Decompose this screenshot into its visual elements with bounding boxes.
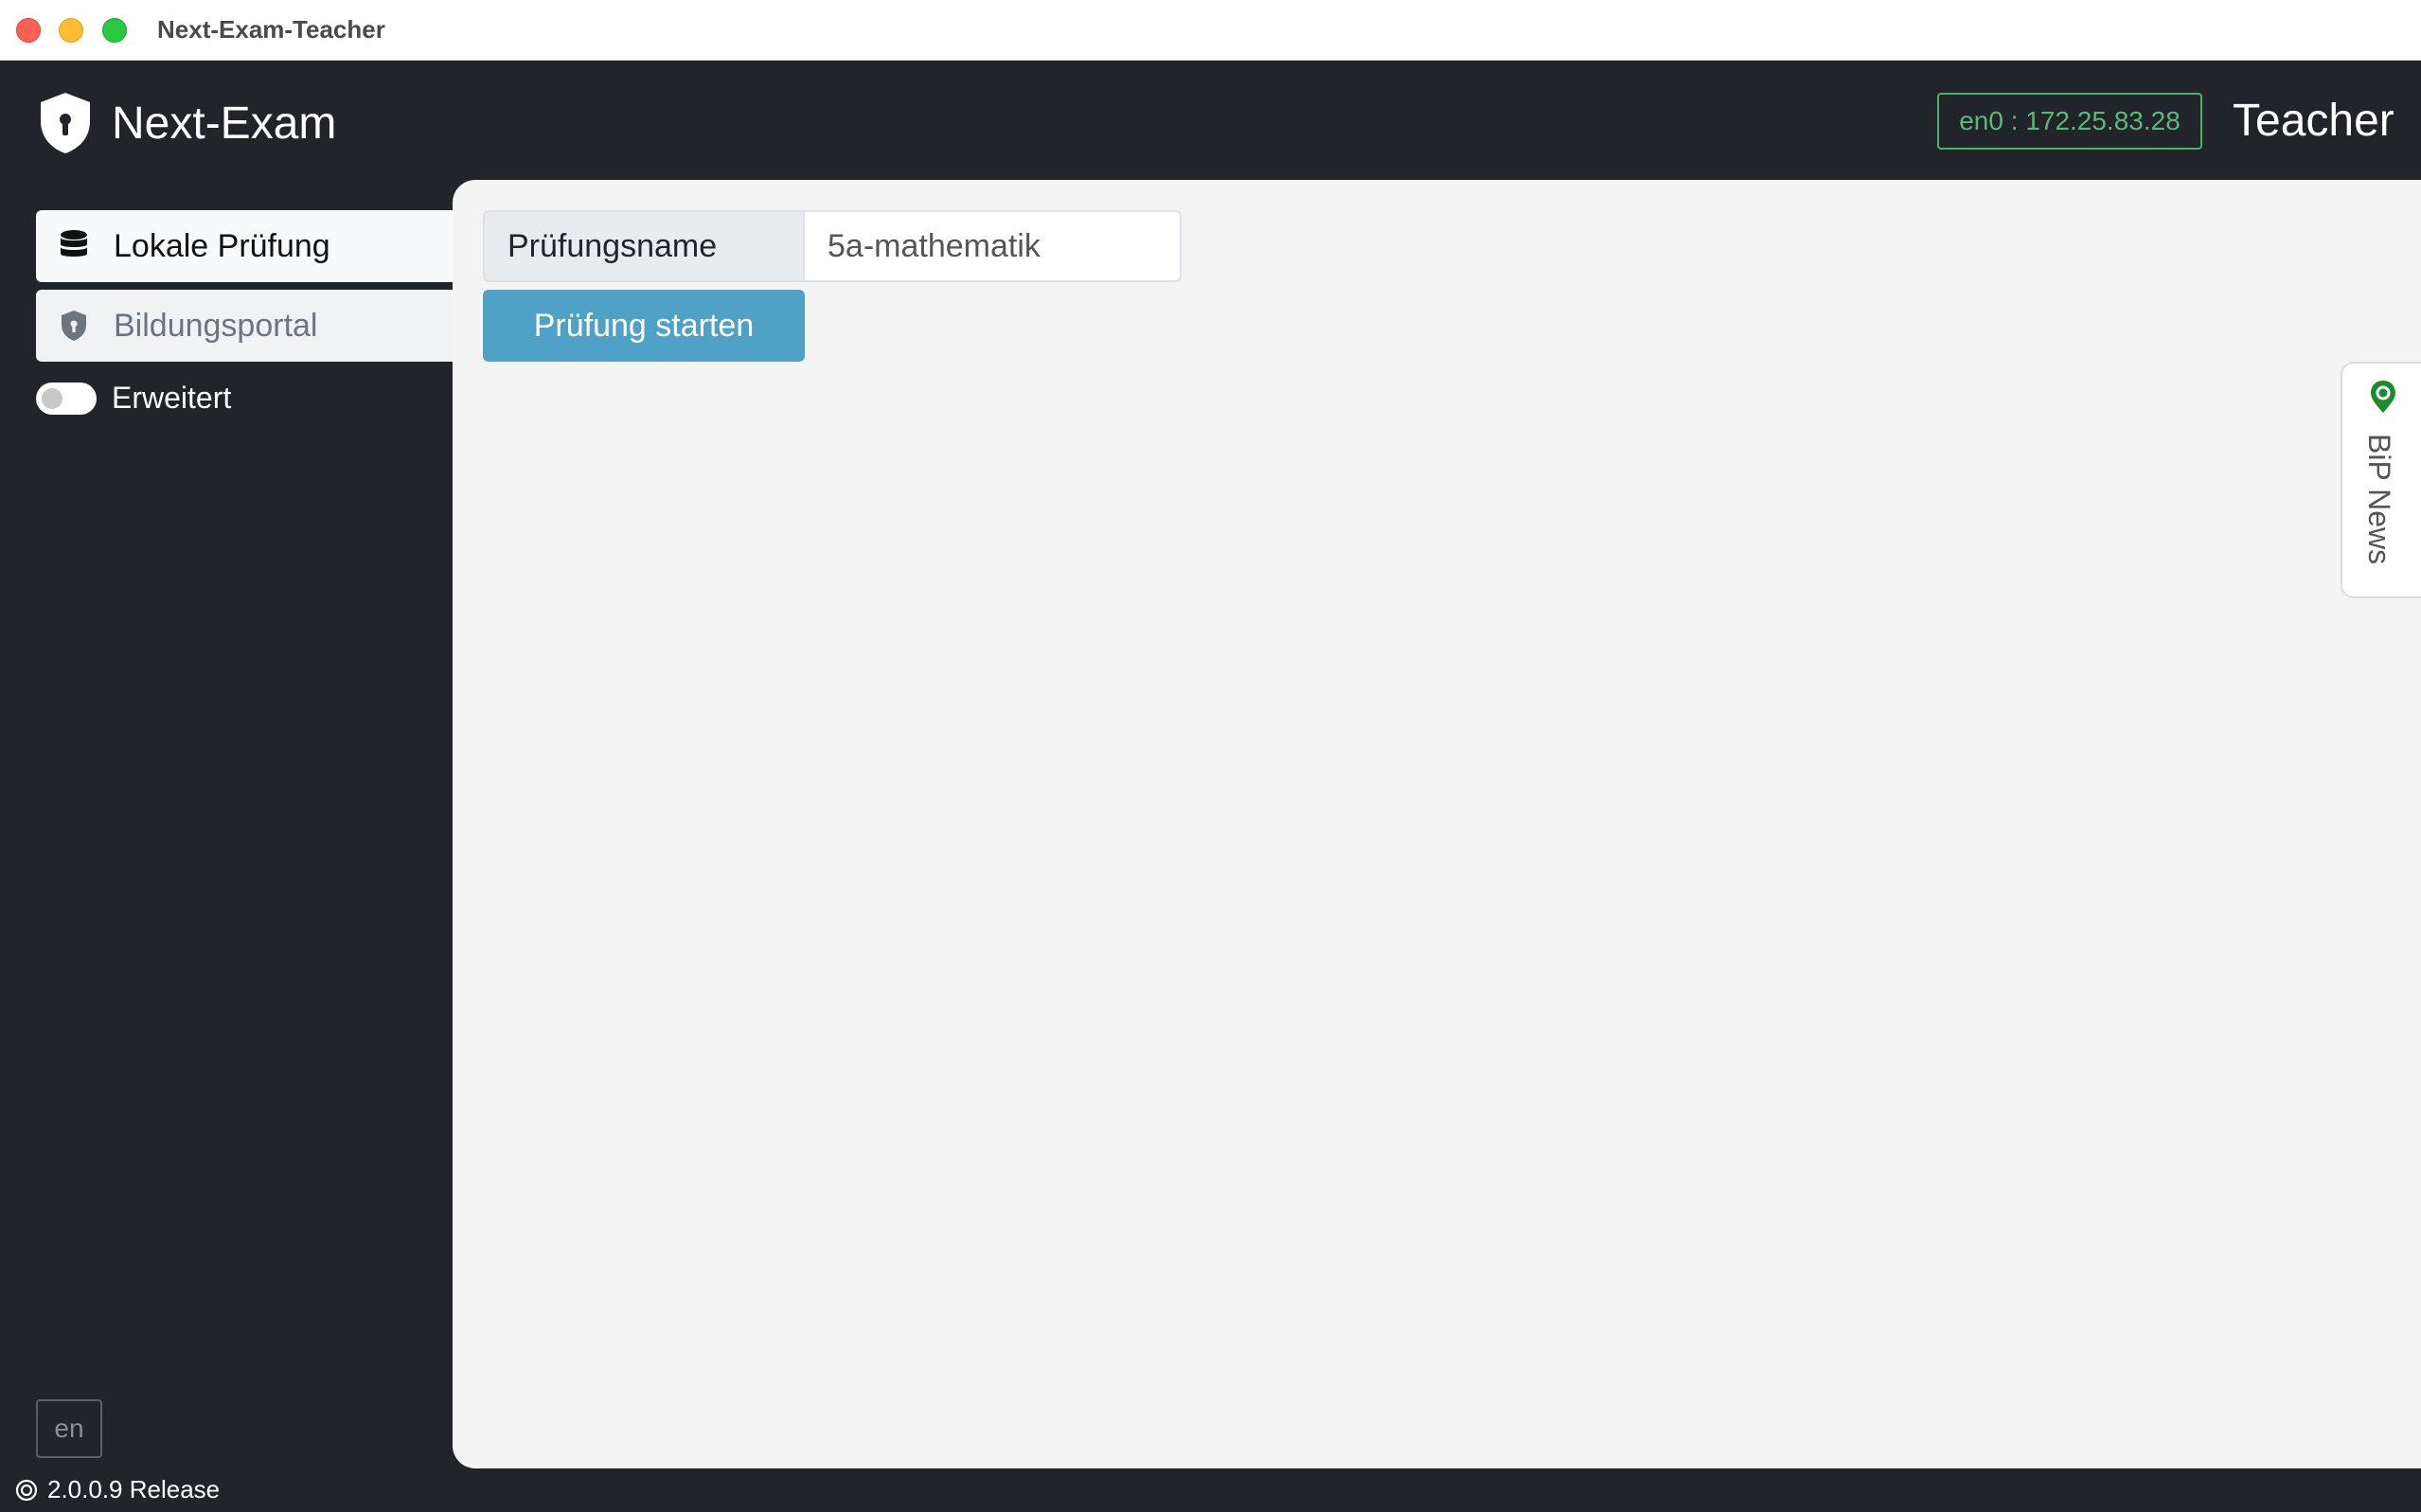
exam-name-label: Prüfungsname bbox=[483, 210, 803, 282]
advanced-toggle-label: Erweitert bbox=[112, 381, 232, 415]
shield-icon bbox=[62, 311, 86, 341]
advanced-toggle-row: Erweitert bbox=[36, 381, 231, 416]
toggle-knob bbox=[42, 387, 62, 409]
app-name: Next-Exam bbox=[112, 98, 337, 149]
app-container: Next-Exam en0 : 172.25.83.28 Teacher Lok… bbox=[0, 61, 2421, 1512]
role-title: Teacher bbox=[2233, 96, 2394, 146]
sidebar-item-label: Bildungsportal bbox=[114, 307, 318, 344]
maximize-window-button[interactable] bbox=[102, 18, 127, 43]
exam-name-input[interactable] bbox=[803, 210, 1182, 282]
bip-news-label: BiP News bbox=[2362, 434, 2396, 565]
window-titlebar: Next-Exam-Teacher bbox=[0, 0, 2421, 61]
bip-news-tab[interactable]: BiP News bbox=[2341, 362, 2421, 598]
sidebar-item-label: Lokale Prüfung bbox=[114, 227, 330, 264]
sidebar-item-local-exam[interactable]: Lokale Prüfung bbox=[36, 210, 453, 282]
window-title: Next-Exam-Teacher bbox=[157, 15, 385, 44]
database-icon bbox=[61, 230, 87, 257]
target-icon bbox=[15, 1479, 38, 1501]
brand: Next-Exam bbox=[36, 91, 336, 155]
close-window-button[interactable] bbox=[16, 18, 41, 43]
version-info: 2.0.0.9 Release bbox=[15, 1475, 220, 1504]
start-exam-button[interactable]: Prüfung starten bbox=[483, 290, 805, 362]
version-label: 2.0.0.9 Release bbox=[47, 1475, 221, 1503]
shield-lock-icon bbox=[41, 93, 90, 153]
minimize-window-button[interactable] bbox=[59, 18, 83, 43]
sidebar-item-education-portal[interactable]: Bildungsportal bbox=[36, 290, 453, 362]
advanced-toggle-switch[interactable] bbox=[36, 382, 97, 415]
main-panel: Prüfungsname Prüfung starten bbox=[453, 180, 2421, 1468]
location-pin-icon bbox=[2371, 381, 2395, 413]
network-address-badge: en0 : 172.25.83.28 bbox=[1937, 93, 2202, 150]
exam-name-input-group: Prüfungsname bbox=[483, 210, 1182, 282]
language-button[interactable]: en bbox=[36, 1399, 102, 1458]
